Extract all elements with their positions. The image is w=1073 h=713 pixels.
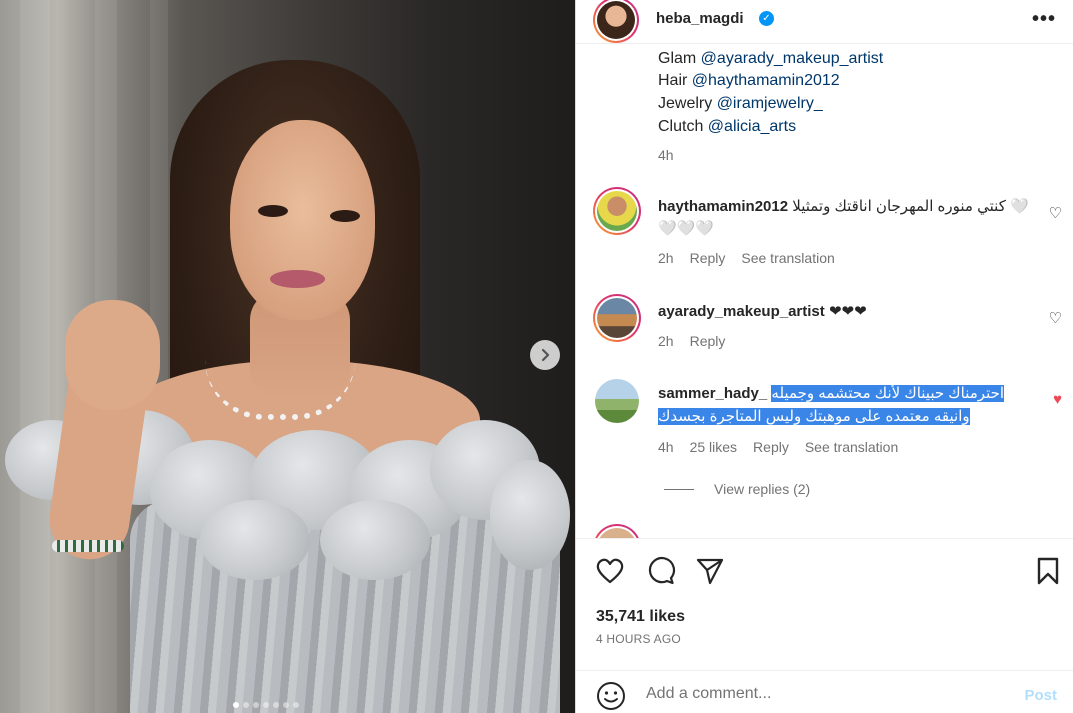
mention-link[interactable]: @haythamamin2012 xyxy=(692,72,840,89)
comment-text: احترمناك حبيناك لأنك محتشمه وجميله xyxy=(771,385,1005,402)
post-timestamp: 4 HOURS AGO xyxy=(596,632,681,646)
photo-eye xyxy=(330,210,360,222)
caption-label: Glam xyxy=(658,50,701,67)
comment-time: 4h xyxy=(658,439,674,455)
post-sidebar: heba_magdi ✓ ••• Glam @ayarady_makeup_ar… xyxy=(575,0,1073,713)
caption-time: 4h xyxy=(658,147,674,163)
caption-label: Jewelry xyxy=(658,95,717,112)
chevron-right-icon[interactable] xyxy=(530,340,560,370)
carousel-indicator xyxy=(233,702,299,708)
comment-text-continued: وانيقه معتمده على موهبتك وليس المتاجرة ب… xyxy=(658,407,970,425)
photo-petal xyxy=(490,460,570,570)
comment-meta: 2h Reply See translation xyxy=(658,250,851,266)
comment-text: كنتي منوره المهرجان اناقتك وتمثيلا 🤍 xyxy=(792,198,1029,215)
see-translation-button[interactable]: See translation xyxy=(741,250,834,266)
view-replies-button[interactable]: View replies (2) xyxy=(664,481,810,497)
carousel-dot xyxy=(263,702,269,708)
paper-plane-icon[interactable] xyxy=(694,555,726,587)
caption-meta: 4h xyxy=(658,147,690,163)
comment-line: haythamamin2012 كنتي منوره المهرجان اناق… xyxy=(658,197,1029,215)
comments-list[interactable]: Glam @ayarady_makeup_artist Hair @haytha… xyxy=(576,44,1073,538)
caption-label: Clutch xyxy=(658,118,708,135)
comment-time: 2h xyxy=(658,250,674,266)
comment-input[interactable] xyxy=(646,685,996,703)
carousel-dot xyxy=(273,702,279,708)
ellipsis-icon[interactable]: ••• xyxy=(1032,8,1056,31)
bookmark-icon[interactable] xyxy=(1032,555,1064,587)
avatar-image xyxy=(597,1,635,39)
photo-bracelet xyxy=(52,540,124,552)
action-bar xyxy=(576,538,1073,602)
comment-bubble-icon[interactable] xyxy=(644,555,676,587)
commenter-avatar[interactable] xyxy=(593,187,641,235)
comment-meta: 2h Reply xyxy=(658,333,741,349)
comment-line: sammer_hady_ احترمناك حبيناك لأنك محتشمه… xyxy=(658,384,1005,402)
post-media[interactable] xyxy=(0,0,575,713)
comment-text-highlighted: وانيقه معتمده على موهبتك وليس المتاجرة ب… xyxy=(658,408,970,425)
reply-button[interactable]: Reply xyxy=(690,333,726,349)
post-header: heba_magdi ✓ ••• xyxy=(576,0,1073,44)
photo-petal xyxy=(320,500,430,580)
caption-line: Hair @haythamamin2012 xyxy=(658,72,840,90)
comment-username[interactable]: sammer_hady_ xyxy=(658,385,767,402)
photo-petal xyxy=(200,500,310,580)
reply-button[interactable]: Reply xyxy=(690,250,726,266)
photo-hand xyxy=(65,300,160,410)
comment-username[interactable]: ayarady_makeup_artist xyxy=(658,303,825,320)
comment-heart-icon[interactable]: ♡ xyxy=(1049,309,1062,327)
comment-line: ayarady_makeup_artist ❤❤❤ xyxy=(658,302,867,320)
comment-text-continued: 🤍🤍🤍 xyxy=(658,220,715,237)
photo-lips xyxy=(270,270,325,288)
comment-text: ❤❤❤ xyxy=(828,303,867,320)
verified-badge-icon: ✓ xyxy=(759,11,774,26)
mention-link[interactable]: @ayarady_makeup_artist xyxy=(701,50,884,67)
avatar-image xyxy=(597,298,637,338)
caption-label: Hair xyxy=(658,72,692,89)
comment-username[interactable]: haythamamin2012 xyxy=(658,198,788,215)
comment-heart-filled-icon[interactable]: ♥ xyxy=(1053,391,1062,408)
comment-meta: 4h 25 likes Reply See translation xyxy=(658,439,914,455)
caption-line: Glam @ayarady_makeup_artist xyxy=(658,50,883,68)
replies-divider xyxy=(664,488,694,490)
commenter-avatar[interactable] xyxy=(595,379,639,423)
view-replies-label: View replies (2) xyxy=(714,481,811,497)
comment-heart-icon[interactable]: ♡ xyxy=(1049,204,1062,222)
commenter-avatar[interactable] xyxy=(593,524,641,538)
carousel-dot xyxy=(233,702,239,708)
carousel-dot xyxy=(283,702,289,708)
photo-eye xyxy=(258,205,288,217)
reply-button[interactable]: Reply xyxy=(753,439,789,455)
curtain-fold xyxy=(20,0,50,713)
mention-link[interactable]: @alicia_arts xyxy=(708,118,796,135)
comment-time: 2h xyxy=(658,333,674,349)
carousel-dot xyxy=(253,702,259,708)
add-comment-row: Post xyxy=(576,670,1073,713)
mention-link[interactable]: @iramjewelry_ xyxy=(717,95,823,112)
caption-line: Jewelry @iramjewelry_ xyxy=(658,95,823,113)
heart-icon[interactable] xyxy=(594,555,626,587)
comment-likes[interactable]: 25 likes xyxy=(690,439,737,455)
commenter-avatar[interactable] xyxy=(593,294,641,342)
author-avatar[interactable] xyxy=(593,0,639,43)
caption-line: Clutch @alicia_arts xyxy=(658,118,796,136)
carousel-dot xyxy=(243,702,249,708)
avatar-image xyxy=(597,191,637,231)
emoji-smile-icon[interactable] xyxy=(596,681,626,711)
carousel-dot xyxy=(293,702,299,708)
see-translation-button[interactable]: See translation xyxy=(805,439,898,455)
likes-count[interactable]: 35,741 likes xyxy=(596,608,685,626)
avatar-image xyxy=(597,528,637,538)
post-comment-button[interactable]: Post xyxy=(1024,687,1057,704)
author-username[interactable]: heba_magdi xyxy=(656,10,744,27)
